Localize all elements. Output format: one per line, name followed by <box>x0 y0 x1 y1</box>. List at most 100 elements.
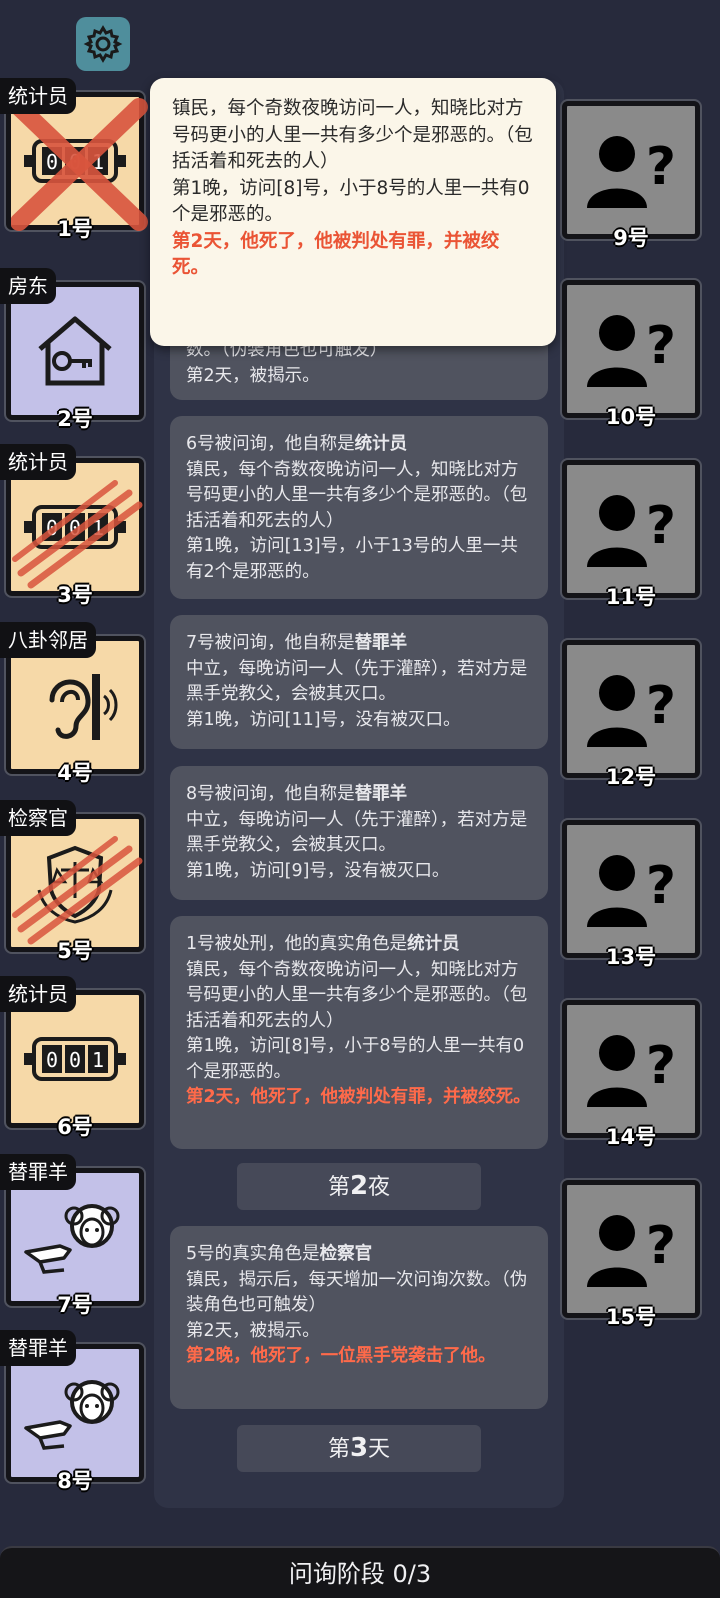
log-header: 6号被问询，他自称是 <box>186 434 355 454</box>
role-tag: 房东 <box>0 268 56 304</box>
counter-icon: 0 0 1 <box>24 1037 126 1081</box>
log-role: 替罪羊 <box>354 633 408 653</box>
log-card: 8号被问询，他自称是替罪羊 中立，每晚访问一人（先于灌醉），若对方是黑手党教父，… <box>170 766 548 900</box>
log-card: 7号被问询，他自称是替罪羊 中立，每晚访问一人（先于灌醉），若对方是黑手党教父，… <box>170 615 548 749</box>
log-role: 替罪羊 <box>354 784 408 804</box>
log-line: 中立，每晚访问一人（先于灌醉），若对方是黑手党教父，会被其灭口。 <box>186 658 528 705</box>
role-tag: 替罪羊 <box>0 1330 76 1366</box>
log-role: 统计员 <box>354 434 408 454</box>
ear-icon <box>49 674 118 740</box>
svg-text:1: 1 <box>92 150 104 174</box>
phase-divider-day: 第3天 <box>237 1425 481 1472</box>
log-header: 7号被问询，他自称是 <box>186 633 355 653</box>
settings-button[interactable] <box>76 17 130 71</box>
log-line: 第2天，被揭示。 <box>186 1320 320 1341</box>
player-number: 13号 <box>605 945 657 969</box>
unknown-person-icon: ? <box>587 1215 676 1287</box>
role-tag: 检察官 <box>0 800 76 836</box>
svg-text:0: 0 <box>69 150 81 174</box>
log-line: 第1晚，访问[8]号，小于8号的人里一共有0个是邪恶的。 <box>186 1036 525 1082</box>
popup-death-text: 第2天，他死了，他被判处有罪，并被绞死。 <box>172 230 500 279</box>
player-number: 4号 <box>57 761 93 785</box>
role-tag: 统计员 <box>0 78 76 114</box>
player-12[interactable]: ? 12号 <box>562 640 700 789</box>
death-text: 第2天，他死了，他被判处有罪，并被绞死。 <box>186 1087 531 1107</box>
log-header: 1号被处刑，他的真实角色是 <box>186 934 408 954</box>
death-text: 第2晚，他死了，一位黑手党袭击了他。 <box>186 1346 496 1366</box>
player-14[interactable]: ? 14号 <box>562 1000 700 1149</box>
player-9[interactable]: ? 9号 <box>562 101 700 250</box>
svg-text:0: 0 <box>69 516 81 540</box>
svg-text:0: 0 <box>69 1048 81 1072</box>
divider-text: 第 <box>327 1175 350 1200</box>
svg-text:1: 1 <box>92 1048 104 1072</box>
player-number: 10号 <box>605 405 657 429</box>
svg-text:0: 0 <box>46 516 58 540</box>
log-card: 6号被问询，他自称是统计员 镇民，每个奇数夜晚访问一人，知晓比对方号码更小的人里… <box>170 416 548 599</box>
log-header: 8号被问询，他自称是 <box>186 784 355 804</box>
log-line: 中立，每晚访问一人（先于灌醉），若对方是黑手党教父，会被其灭口。 <box>186 809 528 856</box>
player-11[interactable]: ? 11号 <box>562 460 700 609</box>
log-line: 第1晚，访问[11]号，没有被灭口。 <box>186 709 461 730</box>
svg-text:0: 0 <box>46 1048 58 1072</box>
player-13[interactable]: ? 13号 <box>562 820 700 969</box>
sheep-pointing-icon <box>24 1380 120 1450</box>
player-number: 2号 <box>57 407 93 431</box>
player-number: 14号 <box>605 1125 657 1149</box>
divider-text: 夜 <box>368 1175 391 1200</box>
unknown-person-icon: ? <box>587 675 676 747</box>
role-tag: 替罪羊 <box>0 1154 76 1190</box>
divider-text: 天 <box>368 1437 391 1462</box>
player-number: 9号 <box>613 226 649 250</box>
log-header: 5号的真实角色是 <box>186 1244 320 1264</box>
house-key-icon <box>38 316 112 386</box>
gear-icon <box>83 25 123 63</box>
unknown-person-icon: ? <box>587 1035 676 1107</box>
svg-text:?: ? <box>646 676 676 736</box>
divider-text: 第 <box>327 1437 350 1462</box>
log-line: 第1晚，访问[13]号，小于13号的人里一共有2个是邪恶的。 <box>186 536 518 582</box>
log-card: 1号被处刑，他的真实角色是统计员 镇民，每个奇数夜晚访问一人，知晓比对方号码更小… <box>170 916 548 1149</box>
log-line: 镇民，每个奇数夜晚访问一人，知晓比对方号码更小的人里一共有多少个是邪恶的。（包括… <box>186 959 528 1031</box>
role-tag: 统计员 <box>0 444 76 480</box>
phase-divider-night: 第2夜 <box>237 1163 481 1210</box>
popup-night-result: 第1晚，访问[8]号，小于8号的人里一共有0个是邪恶的。 <box>172 177 530 226</box>
svg-text:0: 0 <box>46 150 58 174</box>
divider-number: 3 <box>349 1433 369 1463</box>
player-number: 15号 <box>605 1305 657 1329</box>
role-tag: 八卦邻居 <box>0 622 96 658</box>
unknown-person-icon: ? <box>587 315 676 387</box>
svg-text:1: 1 <box>92 516 104 540</box>
svg-text:?: ? <box>646 496 676 556</box>
player-number: 6号 <box>57 1115 93 1139</box>
svg-text:?: ? <box>646 316 676 376</box>
player-number: 8号 <box>57 1469 93 1493</box>
svg-text:?: ? <box>646 1216 676 1276</box>
log-line: 第1晚，访问[9]号，没有被灭口。 <box>186 860 450 881</box>
player-number: 1号 <box>57 217 93 241</box>
player-number: 3号 <box>57 583 93 607</box>
sheep-pointing-icon <box>24 1204 120 1274</box>
log-line: 第2天，被揭示。 <box>186 365 320 386</box>
log-card: 5号的真实角色是检察官 镇民，揭示后，每天增加一次问询次数。（伪装角色也可触发）… <box>170 1226 548 1409</box>
popup-description: 镇民，每个奇数夜晚访问一人，知晓比对方号码更小的人里一共有多少个是邪恶的。（包括… <box>172 98 533 172</box>
phase-status-bar: 问询阶段 0/3 <box>0 1546 720 1598</box>
svg-text:?: ? <box>646 856 676 916</box>
player-10[interactable]: ? 10号 <box>562 280 700 429</box>
svg-text:?: ? <box>646 1036 676 1096</box>
player-number: 12号 <box>605 765 657 789</box>
unknown-person-icon: ? <box>587 855 676 927</box>
counter-icon: 0 0 1 <box>24 505 126 549</box>
player-number: 11号 <box>605 585 657 609</box>
log-line: 镇民，每个奇数夜晚访问一人，知晓比对方号码更小的人里一共有多少个是邪恶的。（包括… <box>186 459 528 531</box>
player-number: 5号 <box>57 939 93 963</box>
svg-text:?: ? <box>646 137 676 197</box>
scales-shield-icon <box>37 845 113 924</box>
role-tag: 统计员 <box>0 976 76 1012</box>
divider-number: 2 <box>349 1171 369 1201</box>
role-detail-popup[interactable]: 镇民，每个奇数夜晚访问一人，知晓比对方号码更小的人里一共有多少个是邪恶的。（包括… <box>150 78 556 346</box>
player-15[interactable]: ? 15号 <box>562 1180 700 1329</box>
unknown-person-icon: ? <box>587 495 676 567</box>
log-role: 检察官 <box>319 1244 373 1264</box>
counter-icon: 0 0 1 <box>24 139 126 183</box>
